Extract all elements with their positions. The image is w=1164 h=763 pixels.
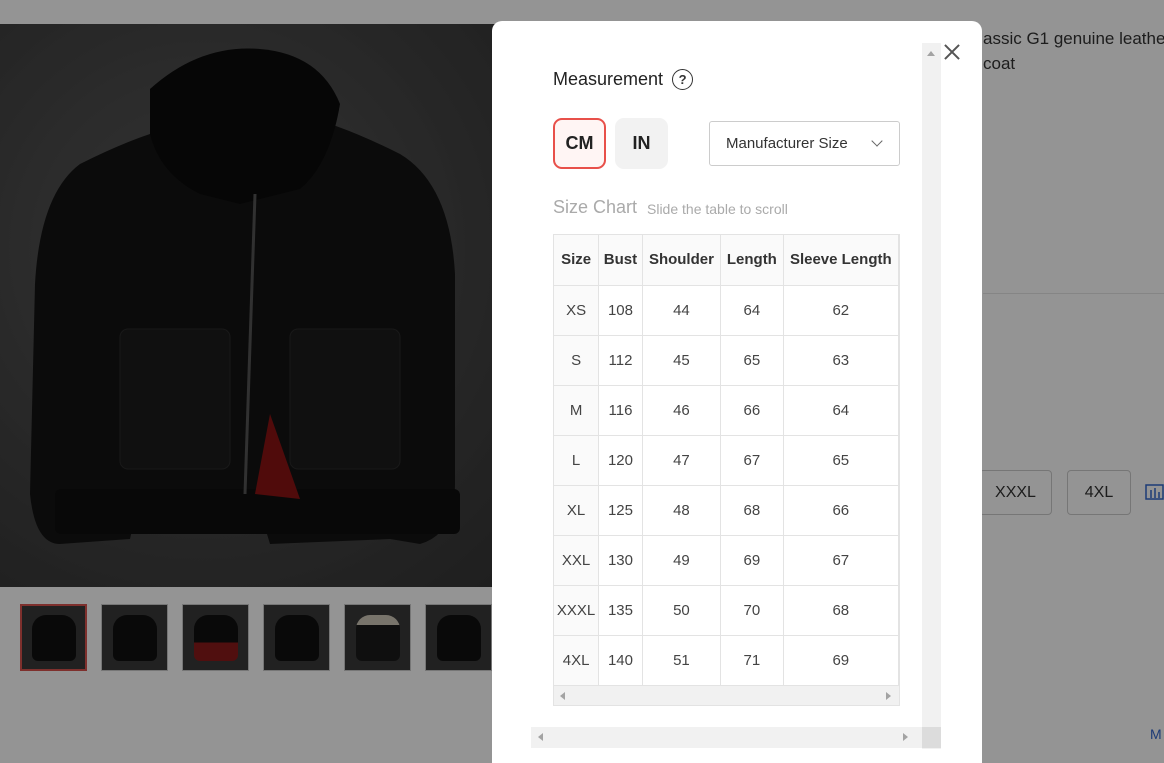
- measurement-modal: Measurement ? CM IN Manufacturer Size Si…: [492, 21, 982, 763]
- cell-sleeve-length: 67: [783, 535, 899, 586]
- table-row: 4XL 140 51 71 69: [554, 635, 899, 686]
- cell-length: 65: [720, 335, 784, 386]
- cell-shoulder: 49: [642, 535, 722, 586]
- cell-bust: 112: [598, 335, 643, 386]
- table-header-row: Size Bust Shoulder Length Sleeve Length: [554, 235, 899, 286]
- chevron-down-icon: [871, 135, 883, 147]
- cell-bust: 125: [598, 485, 643, 536]
- cell-size: S: [554, 335, 600, 386]
- scroll-up-icon[interactable]: [927, 51, 935, 56]
- cell-sleeve-length: 66: [783, 485, 899, 536]
- cell-shoulder: 44: [642, 285, 722, 336]
- cell-bust: 135: [598, 585, 643, 636]
- cell-shoulder: 51: [642, 635, 722, 686]
- table-row: XS 108 44 64 62: [554, 285, 899, 336]
- scroll-right-icon[interactable]: [903, 733, 908, 741]
- modal-header: Measurement ?: [553, 69, 694, 90]
- scroll-right-icon[interactable]: [886, 692, 891, 700]
- cell-length: 67: [720, 435, 784, 486]
- cell-size: 4XL: [554, 635, 600, 686]
- unit-cm-button[interactable]: CM: [553, 118, 606, 169]
- header-shoulder: Shoulder: [642, 235, 722, 286]
- cell-sleeve-length: 65: [783, 435, 899, 486]
- cell-size: XS: [554, 285, 600, 336]
- cell-bust: 116: [598, 385, 643, 436]
- cell-shoulder: 50: [642, 585, 722, 636]
- cell-size: XL: [554, 485, 600, 536]
- cell-sleeve-length: 63: [783, 335, 899, 386]
- modal-vertical-scrollbar[interactable]: [922, 43, 941, 749]
- product-page: assic G1 genuine leathe coat XXXL 4XL M …: [0, 0, 1164, 763]
- scroll-left-icon[interactable]: [538, 733, 543, 741]
- table-row: S 112 45 65 63: [554, 335, 899, 386]
- cell-length: 70: [720, 585, 784, 636]
- cell-length: 66: [720, 385, 784, 436]
- cell-sleeve-length: 64: [783, 385, 899, 436]
- header-length: Length: [720, 235, 784, 286]
- header-bust: Bust: [598, 235, 643, 286]
- unit-in-button[interactable]: IN: [615, 118, 668, 169]
- size-type-value: Manufacturer Size: [726, 135, 848, 152]
- help-icon[interactable]: ?: [672, 69, 694, 90]
- cell-length: 64: [720, 285, 784, 336]
- cell-shoulder: 48: [642, 485, 722, 536]
- cell-length: 69: [720, 535, 784, 586]
- table-row: M 116 46 66 64: [554, 385, 899, 436]
- modal-horizontal-scrollbar[interactable]: [531, 727, 922, 748]
- table-row: XXL 130 49 69 67: [554, 535, 899, 586]
- cell-size: XXXL: [554, 585, 600, 636]
- cell-sleeve-length: 69: [783, 635, 899, 686]
- cell-bust: 108: [598, 285, 643, 336]
- header-sleeve-length: Sleeve Length: [783, 235, 899, 286]
- scrollbar-corner: [922, 727, 941, 748]
- modal-title: Measurement: [553, 69, 664, 89]
- table-row: XXXL 135 50 70 68: [554, 585, 899, 636]
- cell-bust: 130: [598, 535, 643, 586]
- size-table: Size Bust Shoulder Length Sleeve Length …: [554, 235, 899, 686]
- cell-size: XXL: [554, 535, 600, 586]
- cell-bust: 120: [598, 435, 643, 486]
- cell-size: M: [554, 385, 600, 436]
- table-row: XL 125 48 68 66: [554, 485, 899, 536]
- cell-shoulder: 46: [642, 385, 722, 436]
- cell-shoulder: 45: [642, 335, 722, 386]
- size-chart-hint: Slide the table to scroll: [647, 201, 788, 217]
- table-horizontal-scrollbar[interactable]: [553, 685, 900, 706]
- table-row: L 120 47 67 65: [554, 435, 899, 486]
- cell-length: 71: [720, 635, 784, 686]
- cell-sleeve-length: 68: [783, 585, 899, 636]
- cell-shoulder: 47: [642, 435, 722, 486]
- size-type-dropdown[interactable]: Manufacturer Size: [709, 121, 900, 166]
- scroll-left-icon[interactable]: [560, 692, 565, 700]
- size-chart-title: Size Chart: [553, 197, 638, 217]
- cell-sleeve-length: 62: [783, 285, 899, 336]
- close-icon[interactable]: [941, 41, 963, 63]
- size-table-container[interactable]: Size Bust Shoulder Length Sleeve Length …: [553, 234, 900, 706]
- cell-length: 68: [720, 485, 784, 536]
- cell-bust: 140: [598, 635, 643, 686]
- cell-size: L: [554, 435, 600, 486]
- header-size: Size: [554, 235, 600, 286]
